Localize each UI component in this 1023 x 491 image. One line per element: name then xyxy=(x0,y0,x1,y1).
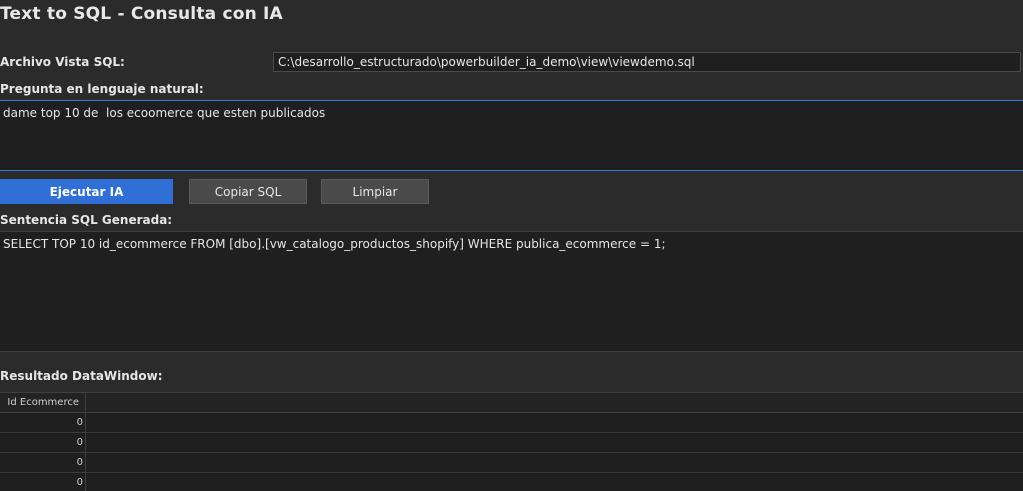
table-cell[interactable]: 0 xyxy=(0,433,86,452)
question-textarea[interactable]: dame top 10 de los ecoomerce que esten p… xyxy=(0,100,1023,171)
table-row[interactable]: 0 xyxy=(0,473,1023,491)
table-cell[interactable]: 0 xyxy=(0,473,86,491)
question-label: Pregunta en lenguaje natural: xyxy=(0,82,204,96)
file-path-input[interactable] xyxy=(273,52,1021,72)
app-window: Text to SQL - Consulta con IA Archivo Vi… xyxy=(0,0,1023,491)
copy-sql-button[interactable]: Copiar SQL xyxy=(189,179,307,204)
run-ai-button[interactable]: Ejecutar IA xyxy=(0,179,173,204)
result-label: Resultado DataWindow: xyxy=(0,369,163,383)
datawindow-header-row: Id Ecommerce xyxy=(0,393,1023,413)
sql-label: Sentencia SQL Generada: xyxy=(0,213,173,227)
generated-sql-textarea[interactable]: SELECT TOP 10 id_ecommerce FROM [dbo].[v… xyxy=(0,231,1023,352)
table-row[interactable]: 0 xyxy=(0,453,1023,473)
window-title: Text to SQL - Consulta con IA xyxy=(0,4,283,24)
table-cell[interactable]: 0 xyxy=(0,453,86,472)
table-row[interactable]: 0 xyxy=(0,433,1023,453)
table-cell[interactable]: 0 xyxy=(0,413,86,432)
result-datawindow[interactable]: Id Ecommerce 0 0 0 0 xyxy=(0,392,1023,491)
clear-button[interactable]: Limpiar xyxy=(321,179,429,204)
file-label: Archivo Vista SQL: xyxy=(0,55,125,69)
table-row[interactable]: 0 xyxy=(0,413,1023,433)
column-header-id-ecommerce[interactable]: Id Ecommerce xyxy=(0,393,86,412)
